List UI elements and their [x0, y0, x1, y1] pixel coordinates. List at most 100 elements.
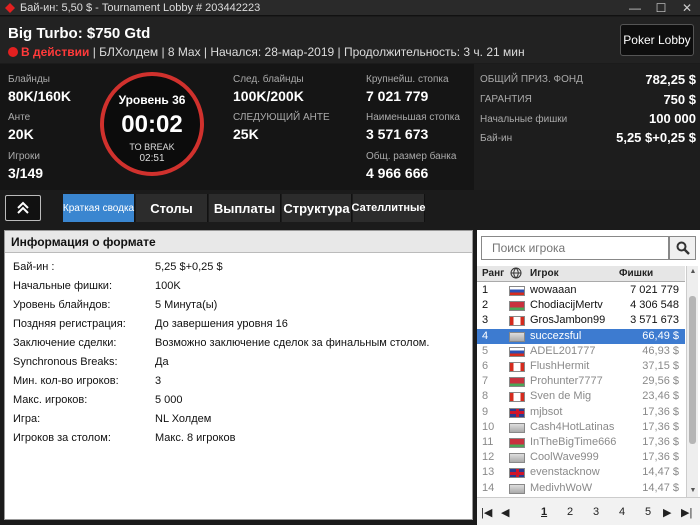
player-chips: 17,36 $: [642, 436, 679, 448]
player-chips: 23,46 $: [642, 390, 679, 403]
page-3[interactable]: 3: [593, 506, 599, 518]
info-value: 5,25 $+0,25 $: [155, 261, 223, 273]
total-bank-label: Общ. размер банка: [366, 151, 457, 162]
next-page-icon[interactable]: ▶: [663, 506, 671, 519]
blinds-label: Блайнды: [8, 74, 50, 85]
search-button[interactable]: [669, 236, 696, 260]
table-row[interactable]: 3 GrosJambon99 3 571 673: [477, 313, 685, 328]
col-chips[interactable]: Фишки: [619, 268, 653, 279]
tab-bar: Краткая сводка Столы Выплаты Структура С…: [0, 190, 700, 226]
minimize-button[interactable]: —: [622, 0, 648, 16]
largest-stack-label: Крупнейш. стопка: [366, 74, 449, 85]
first-page-icon[interactable]: |◀: [481, 506, 492, 519]
player-name: InTheBigTime666: [530, 436, 617, 448]
last-page-icon[interactable]: ▶|: [681, 506, 692, 519]
maximize-button[interactable]: ☐: [648, 0, 674, 16]
page-2[interactable]: 2: [567, 506, 573, 518]
next-ante-value: 25K: [233, 126, 259, 142]
player-rank: 12: [482, 451, 495, 464]
next-ante-label: СЛЕДУЮЩИЙ АНТЕ: [233, 112, 330, 123]
prev-page-icon[interactable]: ◀: [501, 506, 509, 519]
smallest-stack-value: 3 571 673: [366, 126, 429, 142]
scroll-down-icon[interactable]: ▼: [687, 485, 699, 497]
table-row[interactable]: 13 evenstacknow 14,47 $: [477, 465, 685, 480]
col-rank[interactable]: Ранг: [482, 268, 504, 279]
players-scrollbar[interactable]: ▲ ▼: [686, 266, 698, 497]
info-row: Synchronous Breaks: Да: [5, 353, 472, 372]
player-rank: 7: [482, 375, 489, 388]
country-flag-icon: [509, 453, 525, 464]
tab-payouts[interactable]: Выплаты: [209, 194, 281, 222]
country-flag-icon: [509, 483, 525, 494]
table-row[interactable]: 2 ChodiacijMertv 4 306 548: [477, 298, 685, 313]
page-4[interactable]: 4: [619, 506, 625, 518]
table-row[interactable]: 5 ADEL201777 46,93 $: [477, 344, 685, 359]
country-flag-icon: [509, 286, 525, 296]
scroll-up-icon[interactable]: ▲: [687, 266, 699, 278]
info-row: Игра: NL Холдем: [5, 410, 472, 429]
info-value: Да: [155, 356, 169, 368]
info-row: Игроков за столом: Макс. 8 игроков: [5, 429, 472, 448]
tab-tables[interactable]: Столы: [136, 194, 208, 222]
tournament-info: В действии | БЛХолдем | 8 Max | Начался:…: [8, 45, 525, 59]
country-flag-icon: [509, 377, 525, 388]
info-key: Synchronous Breaks:: [13, 356, 118, 368]
player-chips: 14,47 $: [642, 466, 679, 479]
format-info-title: Информация о формате: [5, 231, 472, 253]
table-row[interactable]: 1 wowaaan 7 021 779: [477, 283, 685, 298]
country-flag-icon: [509, 407, 525, 418]
player-name: CoolWave999: [530, 451, 599, 464]
collapse-button[interactable]: [5, 195, 41, 221]
level-clock: 00:02: [121, 111, 183, 138]
country-flag-icon: [509, 438, 525, 448]
player-rank: 6: [482, 360, 489, 372]
table-row[interactable]: 11 InTheBigTime666 17,36 $: [477, 435, 685, 450]
status-text: В действии: [21, 45, 90, 59]
close-button[interactable]: ✕: [674, 0, 700, 16]
col-player[interactable]: Игрок: [530, 268, 559, 279]
player-name: Cash4HotLatinas: [530, 420, 615, 433]
country-flag-icon: [509, 392, 525, 403]
player-search-input[interactable]: [481, 236, 669, 260]
table-row[interactable]: 14 MedivhWoW 14,47 $: [477, 481, 685, 496]
largest-stack-value: 7 021 779: [366, 88, 429, 104]
tournament-stats: Блайнды 80K/160K Анте 20K Игроки 3/149 У…: [0, 64, 700, 190]
tournament-details: | БЛХолдем | 8 Max | Начался: 28-мар-201…: [92, 45, 525, 59]
page-1[interactable]: 1: [541, 506, 547, 518]
info-row: Начальные фишки: 100K: [5, 277, 472, 296]
window-title: Бай-ин: 5,50 $ - Tournament Lobby # 2034…: [20, 1, 261, 14]
tournament-header: Big Turbo: $750 Gtd В действии | БЛХолде…: [0, 17, 700, 63]
info-value: До завершения уровня 16: [155, 318, 288, 330]
scroll-thumb[interactable]: [689, 296, 696, 444]
tab-summary[interactable]: Краткая сводка: [63, 194, 135, 222]
table-row[interactable]: 8 Sven de Mig 23,46 $: [477, 389, 685, 404]
buyin-value: 5,25 $+0,25 $: [616, 130, 696, 145]
tab-structure[interactable]: Структура: [282, 194, 352, 222]
poker-lobby-button[interactable]: Poker Lobby: [620, 24, 694, 56]
info-value: 3: [155, 375, 162, 387]
table-row[interactable]: 7 Prohunter7777 29,56 $: [477, 374, 685, 389]
player-chips: 66,49 $: [642, 329, 679, 342]
info-key: Заключение сделки:: [13, 337, 117, 349]
table-row[interactable]: 10 Cash4HotLatinas 17,36 $: [477, 420, 685, 435]
table-row[interactable]: 6 FlushHermit 37,15 $: [477, 359, 685, 374]
player-rank: 8: [482, 390, 489, 403]
info-value: NL Холдем: [155, 413, 212, 425]
player-rank: 2: [482, 299, 489, 312]
player-chips: 46,93 $: [642, 344, 679, 357]
table-row[interactable]: 12 CoolWave999 17,36 $: [477, 450, 685, 465]
player-chips: 29,56 $: [642, 375, 679, 388]
country-flag-icon: [509, 331, 525, 342]
player-name: ADEL201777: [530, 344, 596, 357]
break-time: 02:51: [139, 153, 165, 164]
smallest-stack-label: Наименьшая стопка: [366, 112, 460, 123]
globe-icon[interactable]: [510, 267, 522, 282]
prize-pool-label: ОБЩИЙ ПРИЗ. ФОНД: [480, 74, 583, 85]
table-row[interactable]: 9 mjbsot 17,36 $: [477, 405, 685, 420]
page-5[interactable]: 5: [645, 506, 651, 518]
info-value: 5 Минута(ы): [155, 299, 218, 311]
starting-chips-label: Начальные фишки: [480, 114, 568, 125]
table-row[interactable]: 4 succezsful 66,49 $: [477, 328, 685, 344]
tab-satellites[interactable]: Сателлитные: [352, 194, 426, 222]
info-row: Бай-ин : 5,25 $+0,25 $: [5, 258, 472, 277]
